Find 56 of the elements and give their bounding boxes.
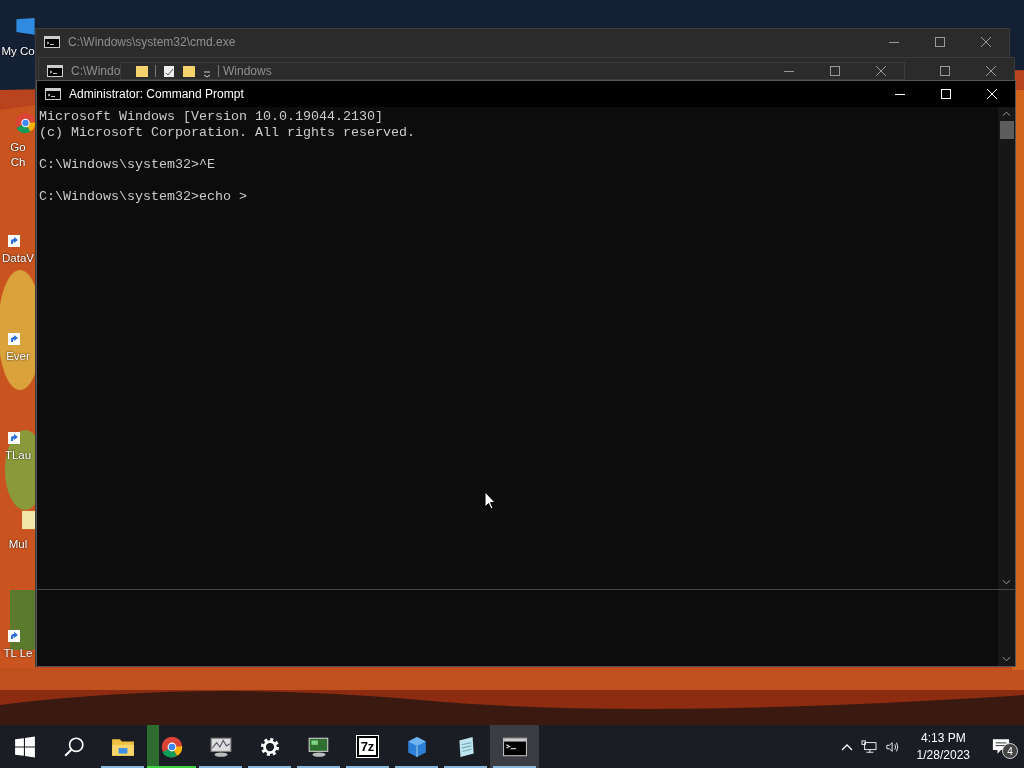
close-icon xyxy=(981,37,991,47)
folder-icon[interactable] xyxy=(182,64,196,78)
console-line: (c) Microsoft Corporation. All rights reserved. xyxy=(39,125,416,141)
scroll-up-icon[interactable] xyxy=(1002,111,1011,117)
icon-label[interactable]: TL Le xyxy=(3,646,33,661)
console-line: C:\Windows\system32>^E xyxy=(39,157,216,173)
scrollbar[interactable] xyxy=(998,107,1015,589)
icon-label[interactable]: Mul xyxy=(8,537,28,552)
console-icon xyxy=(45,88,61,100)
icon-label[interactable]: Ch xyxy=(10,155,26,170)
icon-label[interactable]: TLau xyxy=(4,448,32,463)
network-icon[interactable] xyxy=(860,739,877,754)
close-icon xyxy=(987,89,997,99)
window-title: C:\Windo xyxy=(71,64,121,78)
close-icon xyxy=(876,66,886,76)
monitor-icon xyxy=(306,735,331,758)
volume-icon[interactable] xyxy=(884,739,901,754)
pointer-icon xyxy=(484,491,496,510)
archiver-logo: 7z xyxy=(356,736,379,757)
window-title: C:\Windows\system32\cmd.exe xyxy=(68,35,236,49)
properties-icon[interactable] xyxy=(162,64,176,78)
folder-icon[interactable] xyxy=(135,64,149,78)
console-icon xyxy=(502,735,527,758)
console-taskbar-button[interactable] xyxy=(490,725,539,768)
chrome-taskbar-button[interactable] xyxy=(147,725,196,768)
icon-label[interactable]: My Co xyxy=(1,44,35,59)
scroll-down-icon[interactable] xyxy=(1002,579,1011,585)
icon-label[interactable]: DataV xyxy=(2,251,34,266)
close-icon xyxy=(986,66,996,76)
windows-logo-icon xyxy=(12,735,37,758)
maximize-icon xyxy=(940,66,950,76)
caret-up-icon[interactable] xyxy=(840,742,853,751)
maximize-icon xyxy=(935,37,945,47)
maximize-icon xyxy=(830,66,840,76)
shortcut-icon[interactable] xyxy=(8,630,20,642)
icon-label[interactable]: Go xyxy=(10,140,26,155)
scroll-thumb[interactable] xyxy=(999,121,1014,139)
shortcut-icon[interactable] xyxy=(8,333,20,345)
notification-count: 4 xyxy=(1002,743,1018,759)
window-title: Administrator: Command Prompt xyxy=(69,87,244,101)
scroll-down-icon[interactable] xyxy=(1002,656,1011,662)
maximize-icon xyxy=(941,89,951,99)
icon-label[interactable]: Ever xyxy=(6,349,30,364)
console-icon xyxy=(47,65,63,77)
archiver-taskbar-button[interactable]: 7z xyxy=(343,725,392,768)
clock-date: 1/28/2023 xyxy=(916,746,970,764)
monitor-chart-icon xyxy=(208,735,233,758)
clock[interactable]: 4:13 PM 1/28/2023 xyxy=(908,729,978,764)
console-icon xyxy=(44,36,60,48)
window-title: Windows xyxy=(223,64,272,78)
shortcut-icon[interactable] xyxy=(8,432,20,444)
chrome-icon xyxy=(159,735,184,758)
console-line: C:\Windows\system32>echo > xyxy=(39,189,248,205)
console-line: Microsoft Windows [Version 10.0.19044.2130] xyxy=(39,109,384,125)
shortcut-icon[interactable] xyxy=(8,235,20,247)
clock-time: 4:13 PM xyxy=(920,729,966,747)
